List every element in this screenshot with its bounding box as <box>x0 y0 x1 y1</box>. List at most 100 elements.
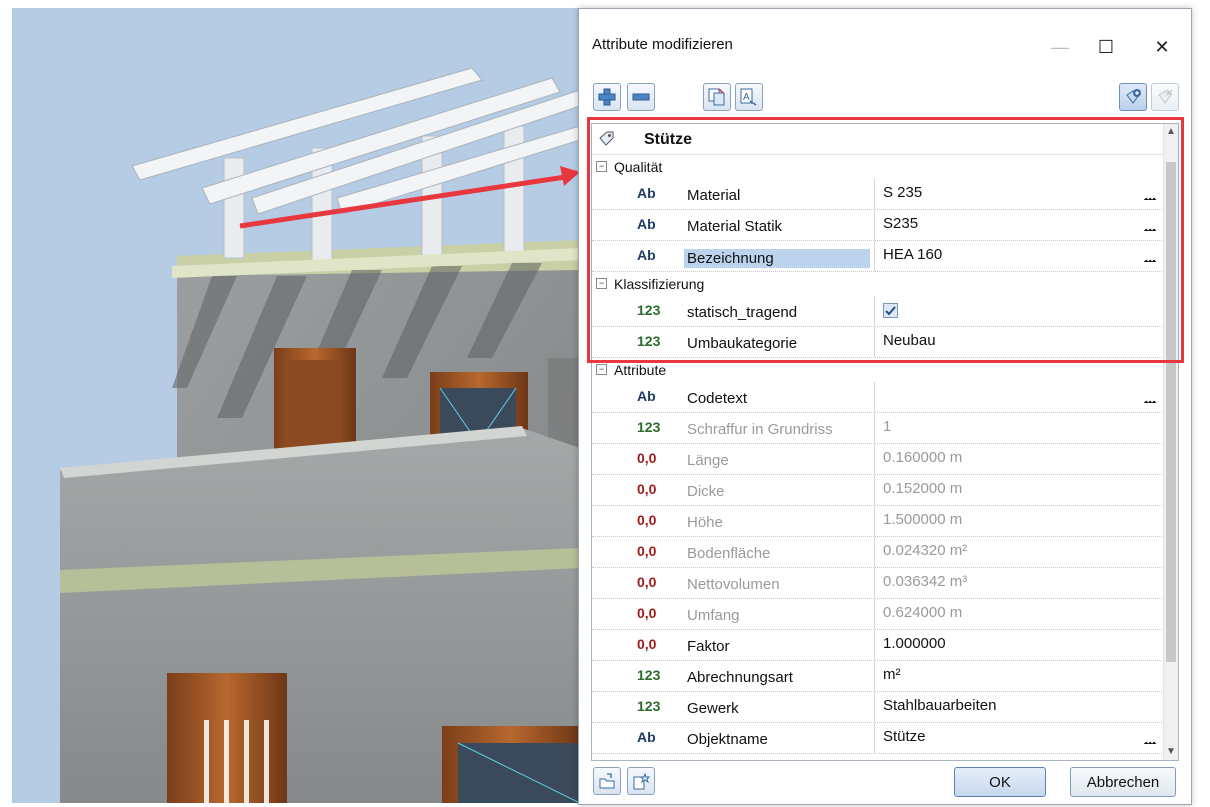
attribute-value-text: 0.160000 m <box>883 449 963 466</box>
checkbox[interactable] <box>883 302 898 318</box>
browse-values-button[interactable]: ... <box>1144 219 1156 233</box>
attribute-value-text: 0.624000 m <box>883 604 963 621</box>
attribute-value-cell: 0.024320 m² <box>874 537 1164 567</box>
remove-attribute-button[interactable] <box>627 83 655 111</box>
section-label: Qualität <box>614 159 663 175</box>
attribute-type-badge: 123 <box>637 419 661 435</box>
attribute-row-bodenflache[interactable]: 0,0 Bodenfläche 0.024320 m² <box>592 537 1164 568</box>
attribute-name: Codetext <box>687 390 748 407</box>
attribute-type-badge: 0,0 <box>637 636 657 652</box>
attribute-value-cell[interactable]: m² <box>874 661 1164 691</box>
attribute-value-cell[interactable]: ... <box>874 382 1164 412</box>
attribute-name: Faktor <box>687 638 730 655</box>
attribute-value-text: S235 <box>883 215 919 232</box>
vertical-scrollbar[interactable]: ▲ ▼ <box>1163 124 1178 760</box>
attribute-value-cell[interactable]: HEA 160... <box>874 241 1164 271</box>
attribute-row-hohe[interactable]: 0,0 Höhe 1.500000 m <box>592 506 1164 537</box>
attribute-type-badge: Ab <box>637 216 656 232</box>
attribute-row-schraffur-in-grundriss[interactable]: 123 Schraffur in Grundriss 1 <box>592 413 1164 444</box>
attribute-type-badge: 123 <box>637 698 661 714</box>
attribute-row-lange[interactable]: 0,0 Länge 0.160000 m <box>592 444 1164 475</box>
attribute-name: Höhe <box>687 514 723 531</box>
attribute-row-codetext[interactable]: Ab Codetext... <box>592 382 1164 413</box>
attribute-name: Abrechnungsart <box>687 669 793 686</box>
attribute-value-cell[interactable]: S235... <box>874 210 1164 240</box>
attribute-value-cell[interactable]: 1.000000 <box>874 630 1164 660</box>
collapse-toggle-icon[interactable]: − <box>596 161 607 172</box>
attribute-value-cell[interactable]: Stahlbauarbeiten <box>874 692 1164 722</box>
attribute-type-badge: 123 <box>637 333 661 349</box>
add-attribute-button[interactable] <box>593 83 621 111</box>
close-button[interactable]: ✕ <box>1139 27 1185 67</box>
attribute-grid[interactable]: Stütze − Qualität Ab Material S 235... Ab Mate… <box>591 123 1179 761</box>
attribute-row-nettovolumen[interactable]: 0,0 Nettovolumen 0.036342 m³ <box>592 568 1164 599</box>
transfer-attributes-button[interactable]: A <box>735 83 763 111</box>
attribute-row-bezeichnung[interactable]: Ab Bezeichnung HEA 160... <box>592 241 1164 272</box>
attribute-row-umfang[interactable]: 0,0 Umfang 0.624000 m <box>592 599 1164 630</box>
cancel-button[interactable]: Abbrechen <box>1070 767 1176 797</box>
section-klassifizierung[interactable]: − Klassifizierung <box>592 272 1164 296</box>
scroll-up-arrow[interactable]: ▲ <box>1164 124 1178 140</box>
attribute-value-cell: 0.152000 m <box>874 475 1164 505</box>
attribute-row-abrechnungsart[interactable]: 123 Abrechnungsart m² <box>592 661 1164 692</box>
maximize-button[interactable]: ☐ <box>1083 27 1129 67</box>
export-button[interactable] <box>593 767 621 795</box>
attribute-row-material[interactable]: Ab Material S 235... <box>592 179 1164 210</box>
3d-viewport[interactable] <box>12 8 580 803</box>
section-label: Attribute <box>614 362 667 378</box>
collapse-toggle-icon[interactable]: − <box>596 278 607 289</box>
attribute-value-text: 1.000000 <box>883 635 946 652</box>
checkmark-icon <box>885 305 896 316</box>
browse-values-button[interactable]: ... <box>1144 391 1156 405</box>
attribute-row-umbaukategorie[interactable]: 123 Umbaukategorie Neubau <box>592 327 1164 358</box>
browse-values-button[interactable]: ... <box>1144 188 1156 202</box>
scroll-thumb[interactable] <box>1166 162 1176 662</box>
attribute-value-cell: 0.160000 m <box>874 444 1164 474</box>
attribute-list: Stütze − Qualität Ab Material S 235... Ab Mate… <box>592 124 1164 754</box>
attribute-row-faktor[interactable]: 0,0 Faktor 1.000000 <box>592 630 1164 661</box>
attribute-value-cell[interactable]: Neubau <box>874 327 1164 357</box>
attribute-value-text: 0.024320 m² <box>883 542 968 559</box>
attribute-type-badge: 0,0 <box>637 481 657 497</box>
section-label: Klassifizierung <box>614 276 705 292</box>
favorite-add-icon <box>1126 89 1141 104</box>
favorite-add-button[interactable] <box>1119 83 1147 111</box>
attribute-value-cell[interactable]: Stütze... <box>874 723 1164 753</box>
scroll-down-arrow[interactable]: ▼ <box>1164 744 1178 760</box>
favorite-remove-button[interactable] <box>1151 83 1179 111</box>
attribute-name: Umfang <box>687 607 740 624</box>
browse-values-button[interactable]: ... <box>1144 250 1156 264</box>
copy-attributes-icon <box>708 88 725 106</box>
attribute-type-badge: Ab <box>637 185 656 201</box>
object-header: Stütze <box>592 124 1164 155</box>
browse-values-button[interactable]: ... <box>1144 732 1156 746</box>
attribute-name: statisch_tragend <box>687 304 798 321</box>
ok-button[interactable]: OK <box>954 767 1046 797</box>
attribute-value-text: HEA 160 <box>883 246 943 263</box>
attribute-name: Material <box>687 187 741 204</box>
attribute-type-badge: Ab <box>637 388 656 404</box>
collapse-toggle-icon[interactable]: − <box>596 364 607 375</box>
section-qualitat[interactable]: − Qualität <box>592 155 1164 179</box>
attribute-value-text: Stahlbauarbeiten <box>883 697 997 714</box>
attribute-row-material-statik[interactable]: Ab Material Statik S235... <box>592 210 1164 241</box>
attribute-type-badge: 0,0 <box>637 450 657 466</box>
attribute-value-text: 1 <box>883 418 892 435</box>
attribute-value-cell[interactable] <box>874 296 1164 326</box>
attribute-row-statisch-tragend[interactable]: 123 statisch_tragend <box>592 296 1164 327</box>
svg-text:A: A <box>743 92 750 103</box>
minimize-button[interactable]: — <box>1037 27 1083 67</box>
attribute-row-dicke[interactable]: 0,0 Dicke 0.152000 m <box>592 475 1164 506</box>
attribute-type-badge: 0,0 <box>637 512 657 528</box>
attribute-row-objektname[interactable]: Ab Objektname Stütze... <box>592 723 1164 754</box>
attribute-value-cell: 0.624000 m <box>874 599 1164 629</box>
import-button[interactable] <box>627 767 655 795</box>
copy-attributes-button[interactable] <box>703 83 731 111</box>
attribute-name: Schraffur in Grundriss <box>687 421 833 438</box>
section-attribute[interactable]: − Attribute <box>592 358 1164 382</box>
attribute-value-cell[interactable]: S 235... <box>874 179 1164 209</box>
attribute-name: Bodenfläche <box>687 545 771 562</box>
dialog-title: Attribute modifizieren <box>592 36 733 53</box>
attribute-row-gewerk[interactable]: 123 Gewerk Stahlbauarbeiten <box>592 692 1164 723</box>
attribute-value-text: 0.036342 m³ <box>883 573 968 590</box>
